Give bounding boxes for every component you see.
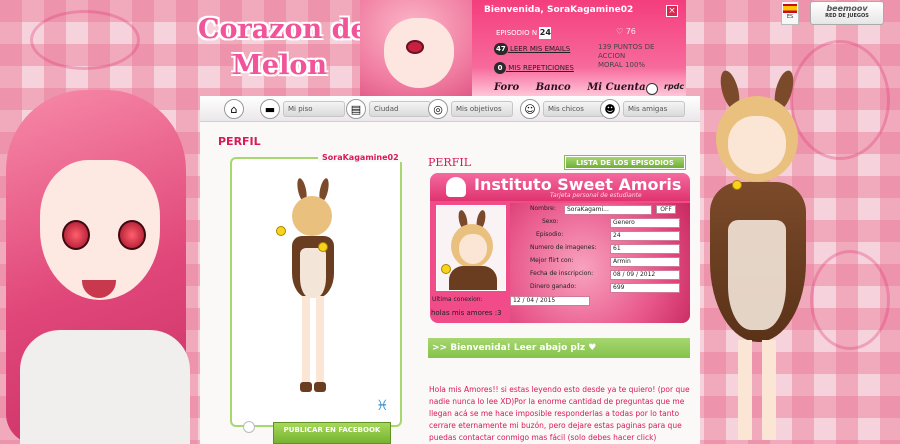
chick-icon [318,242,328,252]
id-row-money: Dinero ganado: 699 [530,283,680,293]
nav-home[interactable]: ⌂ [224,99,247,119]
boy-icon: ☺ [520,99,540,119]
beemoov-sub: RED DE JUEGOS [825,13,869,19]
status-message: holas mis amores :3 [431,309,502,317]
chick-icon [441,264,451,274]
right-character-art [698,68,816,444]
nav-label: Mi piso [283,101,345,117]
logo-line2: Melon [232,50,327,81]
forum-link[interactable]: Foro [494,82,519,93]
girl-icon: ☻ [600,99,620,119]
action-points: 139 PUNTOS DE ACCION [598,43,655,60]
av-head [292,196,332,236]
rpdc-link[interactable]: rpdc [664,82,684,91]
heart-count: 76 [625,27,636,36]
sofa-icon: ▬ [260,99,280,119]
nav-mis-chicos[interactable]: ☺ Mis chicos [520,99,605,119]
emails-count: 47 [494,43,508,55]
welcome-bar: >> Bienvenida! Leer abajo plz ♥ [428,338,690,358]
rc-apron [728,220,786,330]
bg-swirl [30,10,140,70]
city-icon: ▤ [346,99,366,119]
moral-level: MORAL 100% [598,61,646,69]
av-shoe [300,382,312,392]
welcome-paragraph: Hola mis Amores!! si estas leyendo esto … [429,385,690,442]
logo-line1: Corazon de [198,14,368,45]
profile-name: SoraKagamine02 [318,153,403,162]
av-apron [300,248,326,298]
nav-mis-objetivos[interactable]: ◎ Mis objetivos [428,99,513,119]
nav-mi-piso[interactable]: ▬ Mi piso [260,99,345,119]
language-code: ES [786,14,794,20]
publish-facebook-button[interactable]: PUBLICAR EN FACEBOOK [273,422,391,444]
close-button[interactable]: × [666,5,678,17]
bg-swirl [810,250,890,350]
pisces-zodiac-icon: ♓ [376,398,389,414]
id-row-episode: Episodio: 24 [536,231,680,241]
episode-number: 24 [539,27,552,39]
av-leg [316,296,324,386]
bank-link[interactable]: Banco [536,82,571,93]
user-links: Foro Banco Mi Cuenta [494,82,660,93]
nav-label: Mis chicos [543,101,605,117]
av-shoe [314,382,326,392]
dots-icon[interactable] [646,83,658,95]
id-row-last-connection: Ultima conexion: 12 / 04 / 2015 [432,296,612,306]
welcome-text: Bienvenida, SoraKagamine02 [484,5,634,15]
nav-label: Mis amigas [623,101,685,117]
id-photo [436,205,506,291]
episode-label: EPISODIO N [496,29,538,37]
rc-leg [762,340,776,440]
reps-count: 0 [494,62,506,74]
id-subtitle: Tarjeta personal de estudiante [550,192,642,199]
lc-shirt [20,330,190,444]
nav-mis-amigas[interactable]: ☻ Mis amigas [600,99,685,119]
header-character-art [360,0,480,96]
perfil-subtitle: PERFIL [428,156,471,169]
lc-eye [62,220,90,250]
nav-label: Mis objetivos [451,101,513,117]
account-link[interactable]: Mi Cuenta [587,82,645,93]
lc-eye [118,220,146,250]
id-row-sex: Sexo: Genero [542,218,680,228]
player-avatar [262,177,362,398]
id-row-best-flirt: Mejor flirt con: Armin [530,257,680,267]
rc-face [728,116,786,174]
nav-bar: ⌂ ▬ Mi piso ▤ Ciudad ◎ Mis objetivos ☺ M… [200,96,700,122]
left-character-art [0,90,200,444]
target-icon: ◎ [428,99,448,119]
episode-indicator: EPISODIO N 24 [496,27,552,39]
beemoov-network-button[interactable]: beemoov RED DE JUEGOS [810,1,884,25]
spain-flag-icon [783,4,797,13]
online-status-badge: OFF [656,205,676,214]
chick-icon [276,226,286,236]
site-logo[interactable]: Corazon de Melon [198,12,368,84]
card-dot-icon[interactable] [243,421,255,433]
page-title: PERFIL [218,135,261,148]
emails-label: LEER MIS EMAILS [509,45,571,53]
av-leg [302,296,310,386]
points-info: 139 PUNTOS DE ACCION MORAL 100% [598,43,682,70]
chick-icon [732,180,742,190]
cupcake-icon [446,177,466,197]
language-selector[interactable]: ES [781,1,799,25]
emails-link[interactable]: 47 LEER MIS EMAILS [494,43,570,55]
id-row-signup-date: Fecha de inscripcion: 08 / 09 / 2012 [530,270,680,280]
id-row-images: Numero de imagenes: 61 [530,244,680,254]
nav-label: Ciudad [369,101,431,117]
heart-icon: ♡ [616,27,624,36]
nav-ciudad[interactable]: ▤ Ciudad [346,99,431,119]
reps-link[interactable]: 0 MIS REPETICIONES [494,62,574,74]
episodes-list-button[interactable]: LISTA DE LOS EPISODIOS [564,155,686,170]
home-icon: ⌂ [224,99,244,119]
reps-label: MIS REPETICIONES [508,64,574,72]
header-eye [406,40,424,54]
heart-counter: ♡ 76 [616,27,636,36]
user-panel: Bienvenida, SoraKagamine02 × EPISODIO N … [472,0,686,96]
beemoov-label: beemoov [826,4,868,13]
rc-leg [738,340,752,440]
